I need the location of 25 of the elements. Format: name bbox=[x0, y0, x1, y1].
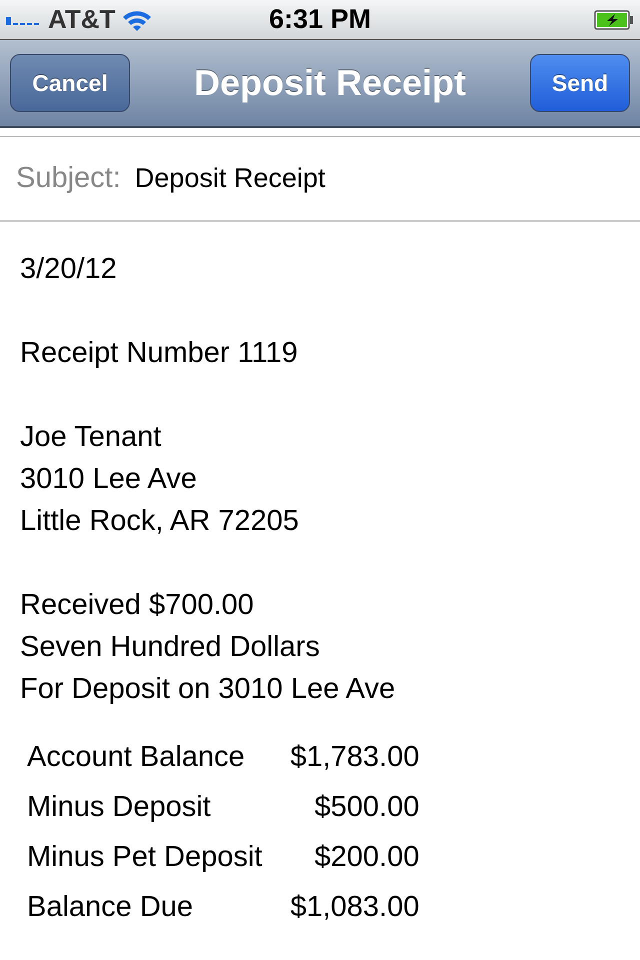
summary-label: Balance Due bbox=[27, 890, 194, 925]
summary-label: Minus Deposit bbox=[27, 790, 212, 825]
message-line: Little Rock, AR 72205 bbox=[20, 504, 300, 539]
summary-amount: $1,083.00 bbox=[290, 890, 420, 925]
screen-title: Deposit Receipt bbox=[194, 62, 466, 104]
message-line: Joe Tenant bbox=[20, 420, 162, 455]
summary-label: Account Balance bbox=[27, 740, 246, 775]
signal-icon bbox=[6, 14, 42, 24]
message-line: Received $700.00 bbox=[20, 588, 255, 623]
cancel-button[interactable]: Cancel bbox=[10, 54, 130, 112]
subject-label: Subject: bbox=[16, 162, 121, 195]
carrier-name: AT&T bbox=[48, 4, 116, 35]
battery-icon bbox=[594, 10, 634, 30]
clock-time: 6:31 PM bbox=[268, 4, 372, 35]
message-line: 3/20/12 bbox=[20, 252, 118, 287]
message-line: For Deposit on 3010 Lee Ave bbox=[20, 672, 396, 707]
send-button[interactable]: Send bbox=[530, 54, 630, 112]
summary-amount: $1,783.00 bbox=[290, 740, 420, 775]
message-line: Receipt Number 1119 bbox=[20, 336, 299, 371]
summary-amount: $500.00 bbox=[314, 790, 420, 825]
message-line: 3010 Lee Ave bbox=[20, 462, 198, 497]
message-line: Seven Hundred Dollars bbox=[20, 630, 321, 665]
summary-label: Minus Pet Deposit bbox=[27, 840, 262, 875]
subject-field[interactable]: Deposit Receipt bbox=[134, 163, 326, 194]
summary-amount: $200.00 bbox=[314, 840, 420, 875]
